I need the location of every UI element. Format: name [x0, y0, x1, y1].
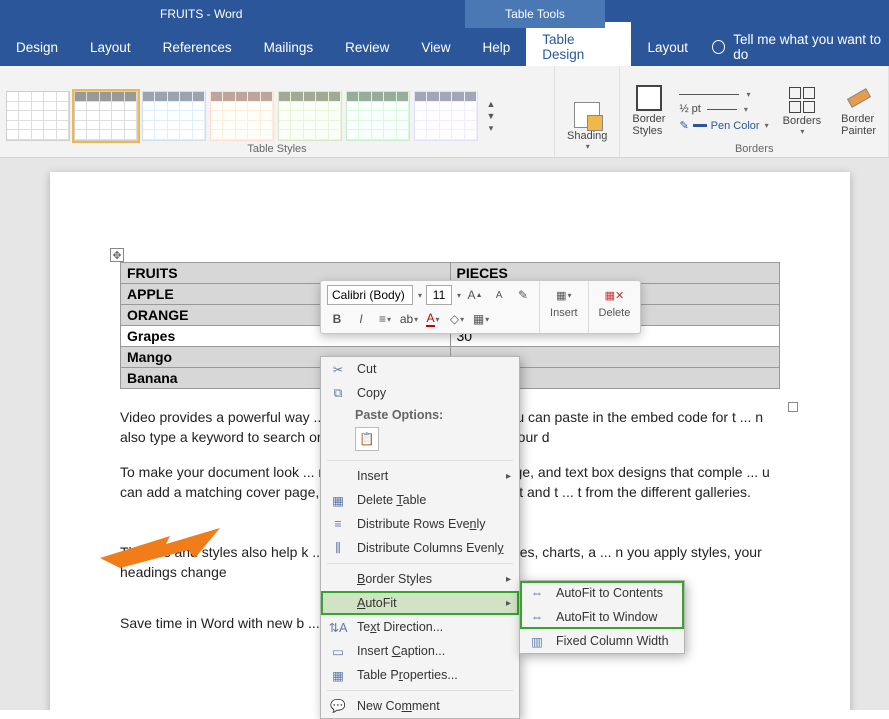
tab-view[interactable]: View	[405, 30, 466, 65]
title-bar: FRUITS - Word Table Tools	[0, 0, 889, 28]
highlight-button[interactable]: ab▾	[399, 309, 419, 329]
font-color-button[interactable]: A▾	[423, 309, 443, 329]
caption-icon: ▭	[329, 643, 347, 659]
border-painter-button[interactable]: Border Painter	[835, 81, 882, 141]
table-style-thumb[interactable]	[6, 91, 70, 141]
tab-table-layout[interactable]: Layout	[631, 30, 704, 65]
table-style-thumb[interactable]	[210, 91, 274, 141]
ribbon: ▲▼▾ Table Styles Shading ▾ Border Styles…	[0, 66, 889, 158]
menu-text-direction[interactable]: ⇅AText Direction...	[321, 615, 519, 639]
pen-weight-dropdown[interactable]: ½ pt ▾	[679, 103, 768, 115]
shading-button[interactable]: Shading ▾	[561, 98, 613, 155]
tell-me-label: Tell me what you want to do	[733, 32, 889, 62]
submenu-autofit-window[interactable]: ⇔AutoFit to Window	[520, 605, 684, 629]
submenu-fixed-width[interactable]: ▥Fixed Column Width	[520, 629, 684, 653]
delete-label: Delete	[599, 307, 631, 319]
pen-color-label: Pen Color	[711, 120, 760, 132]
autofit-window-icon: ⇔	[528, 610, 546, 624]
mini-toolbar: ▾ ▾ A▲ A ✎ B I ≡▾ ab▾ A▾ ◇▾ ▦▾ ▦▾ Insert…	[320, 280, 641, 334]
table-resize-handle[interactable]	[788, 402, 798, 412]
ribbon-tabs: Design Layout References Mailings Review…	[0, 28, 889, 66]
menu-delete-table[interactable]: ▦Delete Table	[321, 488, 519, 512]
insert-split-button[interactable]: ▦▾ Insert	[546, 285, 582, 319]
pen-style-dropdown[interactable]: ▾	[679, 90, 768, 99]
font-size-input[interactable]	[426, 285, 452, 305]
lightbulb-icon	[712, 40, 725, 54]
align-button[interactable]: ≡▾	[375, 309, 395, 329]
table-style-thumb[interactable]	[346, 91, 410, 141]
shading-label: Shading	[567, 130, 607, 142]
tab-help[interactable]: Help	[466, 30, 526, 65]
delete-icon: ▦✕	[603, 285, 625, 305]
autofit-submenu: ⇔AutoFit to Contents ⇔AutoFit to Window …	[519, 580, 685, 654]
decrease-font-icon[interactable]: A	[489, 285, 509, 305]
pen-color-dropdown[interactable]: ✎ Pen Color▾	[679, 119, 768, 132]
menu-border-styles[interactable]: Border Styles▸	[321, 567, 519, 591]
pen-weight-label: ½ pt	[679, 103, 700, 115]
tab-table-design[interactable]: Table Design	[526, 22, 631, 72]
bold-button[interactable]: B	[327, 309, 347, 329]
borders-mini-button[interactable]: ▦▾	[471, 309, 491, 329]
increase-font-icon[interactable]: A▲	[465, 285, 485, 305]
border-styles-button[interactable]: Border Styles	[626, 81, 671, 141]
menu-insert-caption[interactable]: ▭Insert Caption...	[321, 639, 519, 663]
menu-new-comment[interactable]: 💬New Comment	[321, 694, 519, 718]
paste-options-label: Paste Options:	[321, 405, 519, 425]
comment-icon: 💬	[329, 698, 347, 714]
format-painter-icon[interactable]: ✎	[513, 285, 533, 305]
border-painter-icon	[846, 85, 872, 111]
font-family-input[interactable]	[327, 285, 413, 305]
distribute-rows-icon: ≡	[329, 516, 347, 532]
group-label-borders: Borders	[735, 143, 774, 155]
tab-mailings[interactable]: Mailings	[248, 30, 330, 65]
properties-icon: ▦	[329, 667, 347, 683]
table-style-thumb[interactable]	[414, 91, 478, 141]
table-move-handle[interactable]: ✥	[110, 248, 124, 262]
menu-insert[interactable]: Insert▸	[321, 464, 519, 488]
table-style-thumb[interactable]	[142, 91, 206, 141]
fixed-width-icon: ▥	[528, 634, 546, 648]
submenu-autofit-contents[interactable]: ⇔AutoFit to Contents	[520, 581, 684, 605]
table-tools-contextual-tab: Table Tools	[465, 0, 605, 28]
distribute-cols-icon: ⫼	[329, 540, 347, 556]
paste-option-button[interactable]: 📋	[355, 427, 379, 451]
borders-icon	[789, 87, 815, 113]
context-menu: ✂Cut ⧉Copy Paste Options: 📋 Insert▸ ▦Del…	[320, 356, 520, 719]
autofit-contents-icon: ⇔	[528, 586, 546, 600]
insert-icon: ▦▾	[553, 285, 575, 305]
delete-split-button[interactable]: ▦✕ Delete	[595, 285, 635, 319]
copy-icon: ⧉	[329, 385, 347, 401]
borders-button[interactable]: Borders ▾	[777, 81, 828, 141]
tell-me-search[interactable]: Tell me what you want to do	[712, 32, 889, 62]
table-styles-gallery[interactable]: ▲▼▾	[6, 85, 548, 141]
border-styles-icon	[636, 85, 662, 111]
insert-label: Insert	[550, 307, 578, 319]
menu-distribute-rows[interactable]: ≡Distribute Rows Evenly	[321, 512, 519, 536]
border-painter-label: Border Painter	[841, 113, 876, 137]
group-label-table-styles: Table Styles	[6, 143, 548, 155]
borders-label: Borders	[783, 115, 822, 127]
tab-layout[interactable]: Layout	[74, 30, 147, 65]
table-style-thumb[interactable]	[278, 91, 342, 141]
table-style-thumb-selected[interactable]	[74, 91, 138, 141]
menu-table-properties[interactable]: ▦Table Properties...	[321, 663, 519, 687]
menu-cut[interactable]: ✂Cut	[321, 357, 519, 381]
document-title: FRUITS - Word	[160, 7, 242, 21]
menu-distribute-cols[interactable]: ⫼Distribute Columns Evenly	[321, 536, 519, 560]
tab-review[interactable]: Review	[329, 30, 405, 65]
shading-mini-button[interactable]: ◇▾	[447, 309, 467, 329]
paste-options: 📋	[321, 425, 519, 457]
menu-autofit[interactable]: AutoFit▸	[321, 591, 519, 615]
border-styles-label: Border Styles	[632, 113, 665, 137]
tab-references[interactable]: References	[147, 30, 248, 65]
scissors-icon: ✂	[329, 361, 347, 377]
tab-design[interactable]: Design	[0, 30, 74, 65]
italic-button[interactable]: I	[351, 309, 371, 329]
text-direction-icon: ⇅A	[329, 619, 347, 635]
delete-table-icon: ▦	[329, 492, 347, 508]
menu-copy[interactable]: ⧉Copy	[321, 381, 519, 405]
shading-icon	[574, 102, 600, 128]
table-styles-more[interactable]: ▲▼▾	[482, 91, 500, 141]
